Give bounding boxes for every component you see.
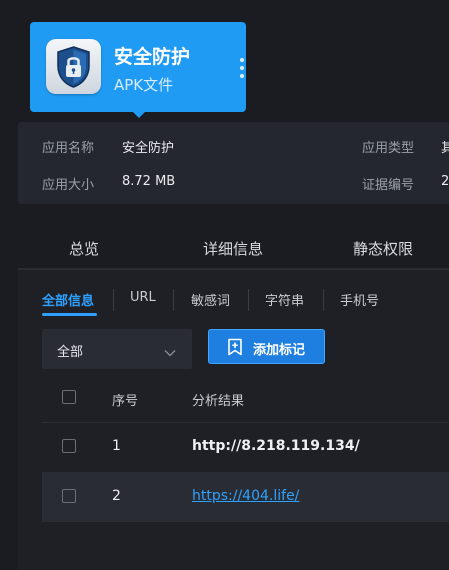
row-result: http://8.218.119.134/ bbox=[192, 438, 360, 454]
table-divider bbox=[42, 422, 449, 423]
tab-overview[interactable]: 总览 bbox=[69, 238, 99, 259]
column-header-result: 分析结果 bbox=[192, 394, 245, 409]
subtab-phone-numbers[interactable]: 手机号 bbox=[340, 290, 379, 309]
row-checkbox[interactable] bbox=[62, 489, 76, 503]
subtab-sensitive-words[interactable]: 敏感词 bbox=[191, 290, 230, 309]
app-name-value: 安全防护 bbox=[122, 141, 175, 156]
filter-select[interactable]: 全部 bbox=[42, 329, 192, 369]
add-tag-button[interactable]: 添加标记 bbox=[208, 329, 325, 364]
subtab-separator bbox=[323, 289, 324, 311]
subtab-separator bbox=[113, 289, 114, 311]
subtab-active-indicator bbox=[42, 313, 97, 316]
subtab-separator bbox=[248, 289, 249, 311]
select-all-checkbox[interactable] bbox=[62, 390, 76, 404]
subtab-all-info[interactable]: 全部信息 bbox=[42, 290, 94, 309]
app-category-value: 其 bbox=[441, 141, 449, 156]
row-result-link[interactable]: https://404.life/ bbox=[192, 488, 299, 504]
app-card[interactable]: 安全防护 APK文件 bbox=[30, 22, 246, 118]
column-header-index: 序号 bbox=[112, 394, 139, 409]
cert-no-value: 2 bbox=[441, 174, 449, 189]
add-tag-button-label: 添加标记 bbox=[253, 343, 306, 358]
more-options-icon[interactable] bbox=[230, 56, 254, 80]
app-name: 安全防护 bbox=[114, 46, 191, 68]
app-size-value: 8.72 MB bbox=[122, 174, 176, 189]
subtab-strings[interactable]: 字符串 bbox=[265, 290, 304, 309]
app-type: APK文件 bbox=[114, 76, 174, 94]
row-index: 2 bbox=[112, 488, 121, 504]
subtab-url[interactable]: URL bbox=[130, 290, 156, 305]
filter-select-value: 全部 bbox=[57, 345, 84, 360]
chevron-down-icon bbox=[164, 343, 176, 357]
row-index: 1 bbox=[112, 438, 121, 454]
tab-details[interactable]: 详细信息 bbox=[203, 238, 263, 259]
app-size-label: 应用大小 bbox=[42, 178, 95, 193]
app-category-label: 应用类型 bbox=[362, 141, 415, 156]
shield-lock-icon bbox=[46, 39, 101, 94]
bookmark-plus-icon bbox=[227, 338, 243, 356]
tab-static-permissions[interactable]: 静态权限 bbox=[353, 238, 413, 259]
subtab-separator bbox=[173, 289, 174, 311]
cert-no-label: 证据编号 bbox=[362, 178, 415, 193]
row-checkbox[interactable] bbox=[62, 439, 76, 453]
app-name-label: 应用名称 bbox=[42, 141, 95, 156]
